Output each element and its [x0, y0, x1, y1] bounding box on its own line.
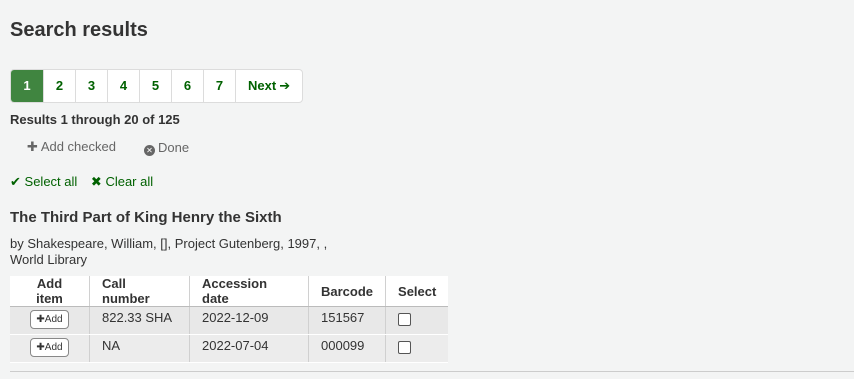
call-number-cell: NA [89, 334, 190, 363]
plus-icon: ✚ [27, 139, 38, 154]
clear-all-link[interactable]: ✖ Clear all [91, 174, 153, 189]
add-item-label: Add [44, 314, 63, 325]
page-6-link[interactable]: 6 [172, 70, 204, 102]
select-checkbox[interactable] [398, 313, 412, 326]
barcode-cell: 000099 [308, 334, 387, 363]
next-page-label: Next [248, 78, 277, 93]
divider [10, 371, 854, 372]
add-item-button[interactable]: ✚Add [30, 310, 69, 329]
pagination: 1 2 3 4 5 6 7 Next ➔ [10, 69, 304, 103]
select-all-label: Select all [24, 174, 78, 189]
record-title: The Third Part of King Henry the Sixth [10, 209, 282, 226]
select-cell [385, 334, 449, 363]
clear-all-label: Clear all [105, 174, 154, 189]
results-summary: Results 1 through 20 of 125 [10, 112, 180, 127]
page-5-link[interactable]: 5 [140, 70, 172, 102]
add-checked-button[interactable]: ✚ Add checked [27, 139, 116, 155]
done-button[interactable]: ✕ Done [144, 140, 189, 156]
column-header-call-number: Call number [89, 276, 190, 307]
page-4-link[interactable]: 4 [108, 70, 140, 102]
select-checkbox[interactable] [398, 341, 412, 354]
table-row: ✚Add 822.33 SHA 2022-12-09 151567 [10, 306, 449, 335]
accession-date-cell: 2022-12-09 [189, 306, 309, 335]
call-number-cell: 822.33 SHA [89, 306, 190, 335]
arrow-right-icon: ➔ [279, 78, 291, 93]
add-item-cell: ✚Add [10, 306, 90, 335]
record-meta: by Shakespeare, William, [], Project Gut… [10, 236, 370, 268]
column-header-add-item: Add item [10, 276, 90, 307]
plus-icon: ✚ [36, 314, 45, 325]
items-table: Add item Call number Accession date Barc… [10, 276, 449, 363]
done-label: Done [158, 140, 190, 155]
column-header-barcode: Barcode [308, 276, 387, 307]
add-item-button[interactable]: ✚Add [30, 338, 69, 357]
plus-icon: ✚ [36, 342, 45, 353]
close-circle-icon: ✕ [144, 145, 155, 156]
page-7-link[interactable]: 7 [204, 70, 236, 102]
add-item-cell: ✚Add [10, 334, 90, 363]
x-icon: ✖ [90, 174, 102, 189]
add-checked-label: Add checked [40, 139, 116, 154]
record-author-line: by Shakespeare, William, [], Project Gut… [10, 236, 328, 251]
record-publisher-line: World Library [10, 252, 88, 267]
select-all-link[interactable]: ✔ Select all [10, 174, 77, 189]
page-2-link[interactable]: 2 [44, 70, 76, 102]
table-header-row: Add item Call number Accession date Barc… [10, 276, 449, 307]
next-page-link[interactable]: Next ➔ [236, 70, 302, 102]
selection-links: ✔ Select all ✖ Clear all [10, 174, 163, 190]
add-item-label: Add [44, 342, 63, 353]
page-title: Search results [10, 19, 148, 41]
column-header-select: Select [385, 276, 449, 307]
page-3-link[interactable]: 3 [76, 70, 108, 102]
column-header-accession-date: Accession date [189, 276, 309, 307]
table-row: ✚Add NA 2022-07-04 000099 [10, 334, 449, 363]
select-cell [385, 306, 449, 335]
check-icon: ✔ [10, 174, 21, 189]
page-1-link[interactable]: 1 [11, 70, 44, 102]
barcode-cell: 151567 [308, 306, 387, 335]
accession-date-cell: 2022-07-04 [189, 334, 309, 363]
